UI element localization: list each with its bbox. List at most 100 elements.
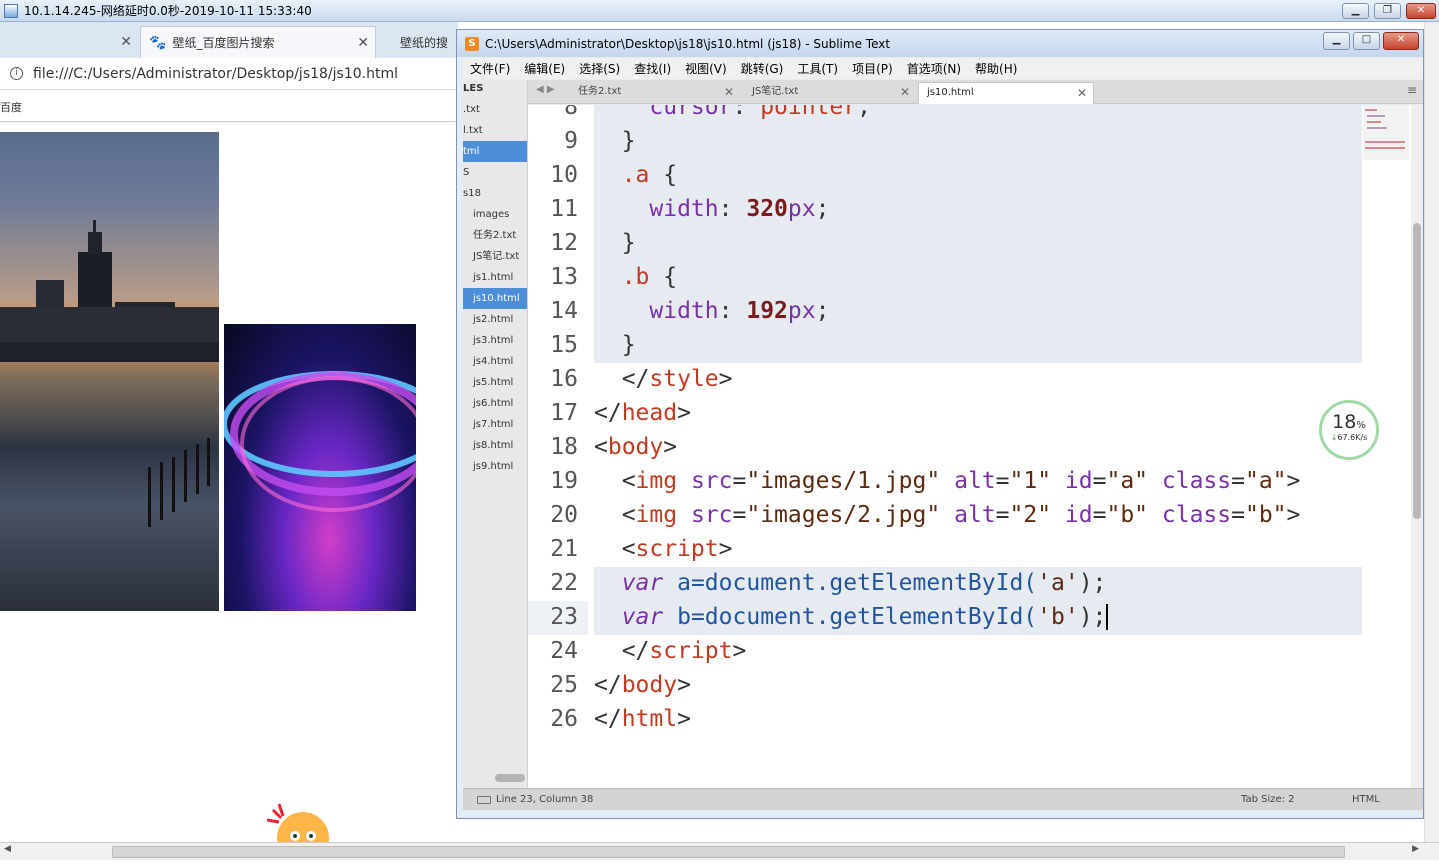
line-number: 9	[564, 128, 578, 154]
line-number: 22	[550, 570, 578, 596]
bookmarks-bar: 百度	[0, 92, 458, 122]
browser-tab[interactable]: ✕	[0, 26, 138, 58]
sublime-menubar: 文件(F) 编辑(E) 选择(S) 查找(I) 视图(V) 跳转(G) 工具(T…	[463, 58, 1423, 79]
tab-size[interactable]: Tab Size: 2	[1241, 789, 1295, 811]
sidebar-folder-images[interactable]: images	[463, 204, 527, 225]
syntax-mode[interactable]: HTML	[1352, 789, 1380, 811]
sublime-close-button[interactable]: ✕	[1383, 32, 1419, 50]
sidebar-folder[interactable]: s18	[463, 183, 527, 204]
code-line: </script>	[594, 638, 747, 664]
sidebar-scrollbar[interactable]	[495, 774, 525, 782]
panel-toggle-icon[interactable]	[477, 796, 491, 804]
close-tab-icon[interactable]: ✕	[357, 35, 369, 51]
scrollbar-thumb[interactable]	[1413, 223, 1421, 519]
horizontal-scrollbar[interactable]: ◀ ▶	[0, 842, 1439, 860]
sublime-title: C:\Users\Administrator\Desktop\js18\js10…	[485, 36, 891, 51]
address-bar[interactable]: i file:///C:/Users/Administrator/Desktop…	[0, 58, 458, 90]
sidebar-item[interactable]: .txt	[463, 99, 527, 120]
menu-project[interactable]: 项目(P)	[845, 60, 900, 77]
address-url: file:///C:/Users/Administrator/Desktop/j…	[33, 65, 398, 82]
close-tab-icon[interactable]: ✕	[120, 34, 132, 50]
sidebar-item[interactable]: l.txt	[463, 120, 527, 141]
sidebar-heading: LES	[463, 83, 484, 94]
file-tab-label: js10.html	[927, 87, 974, 98]
menu-edit[interactable]: 编辑(E)	[517, 60, 572, 77]
net-percent-unit: %	[1356, 420, 1366, 431]
file-tab[interactable]: JS笔记.txt ✕	[702, 82, 916, 104]
code-line: }	[594, 332, 636, 358]
close-tab-icon[interactable]: ✕	[900, 82, 910, 102]
sidebar-file[interactable]: js7.html	[463, 414, 527, 435]
line-number: 10	[550, 162, 578, 188]
file-tab-active[interactable]: js10.html ✕	[918, 82, 1094, 104]
line-number: 26	[550, 706, 578, 732]
net-percent: 18	[1332, 411, 1357, 433]
restore-button[interactable]: ❐	[1374, 3, 1401, 19]
line-number: 18	[550, 434, 578, 460]
scroll-left-icon[interactable]: ◀	[4, 844, 11, 854]
sublime-logo-icon: S	[465, 36, 479, 51]
close-button[interactable]: ✕	[1406, 3, 1436, 19]
scroll-right-icon[interactable]: ▶	[1412, 844, 1419, 854]
sidebar-file[interactable]: js2.html	[463, 309, 527, 330]
menu-tools[interactable]: 工具(T)	[790, 60, 845, 77]
line-number: 14	[550, 298, 578, 324]
file-tab-label: JS笔记.txt	[752, 86, 799, 97]
sidebar-file-active[interactable]: js10.html	[463, 288, 527, 309]
menu-preferences[interactable]: 首选项(N)	[900, 60, 968, 77]
sidebar: LES .txt l.txt tml S s18 images 任务2.txt …	[463, 80, 528, 788]
baidu-paw-icon: 🐾	[149, 34, 167, 51]
code-line: <img src="images/1.jpg" alt="1" id="a" c…	[594, 468, 1301, 494]
browser-tab-wallpaper[interactable]: 壁纸的搜	[380, 26, 458, 58]
code-editor[interactable]: 8 9 10 11 12 13 14 15 16 17 18 19 20 21 …	[528, 105, 1411, 788]
outer-vertical-scrollbar[interactable]	[1424, 22, 1439, 842]
remote-session-bar: 10.1.14.245-网络延时0.0秒-2019-10-11 15:33:40…	[0, 0, 1439, 22]
menu-goto[interactable]: 跳转(G)	[734, 60, 791, 77]
menu-view[interactable]: 视图(V)	[678, 60, 734, 77]
tab-list-menu-icon[interactable]: ≡	[1407, 83, 1417, 97]
info-icon[interactable]: i	[10, 67, 23, 80]
scrollbar-thumb[interactable]	[112, 846, 1345, 858]
sidebar-file[interactable]: js5.html	[463, 372, 527, 393]
editor-scrollbar[interactable]	[1411, 105, 1423, 788]
menu-selection[interactable]: 选择(S)	[572, 60, 627, 77]
text-cursor	[1106, 604, 1109, 630]
sidebar-file[interactable]: js6.html	[463, 393, 527, 414]
menu-help[interactable]: 帮助(H)	[968, 60, 1024, 77]
code-line: width: 192px;	[649, 298, 830, 324]
line-number: 15	[550, 332, 578, 358]
sidebar-file[interactable]: JS笔记.txt	[463, 246, 527, 267]
tab-label: 壁纸_百度图片搜索	[172, 36, 275, 50]
network-speed-widget[interactable]: 18% ↓67.6K/s	[1319, 400, 1379, 460]
sidebar-file[interactable]: js9.html	[463, 456, 527, 477]
sidebar-file[interactable]: js3.html	[463, 330, 527, 351]
line-number: 23	[550, 604, 578, 630]
line-number: 20	[550, 502, 578, 528]
code-line: }	[594, 128, 636, 154]
bookmark-item[interactable]: 百度	[0, 101, 22, 114]
sidebar-item-selected[interactable]: tml	[463, 141, 527, 162]
minimap[interactable]	[1363, 105, 1411, 165]
sublime-minimize-button[interactable]: ▁	[1323, 32, 1350, 50]
close-tab-icon[interactable]: ✕	[1077, 83, 1087, 103]
code-line: }	[594, 230, 636, 256]
code-line: cursor: pointer;	[649, 105, 871, 120]
sidebar-file[interactable]: js1.html	[463, 267, 527, 288]
sublime-maximize-button[interactable]: □	[1353, 32, 1380, 50]
menu-find[interactable]: 查找(I)	[627, 60, 678, 77]
sidebar-item[interactable]: S	[463, 162, 527, 183]
line-number: 19	[550, 468, 578, 494]
sidebar-file[interactable]: 任务2.txt	[463, 225, 527, 246]
browser-tabstrip: ✕ 🐾 壁纸_百度图片搜索 ✕ 壁纸的搜	[0, 22, 458, 58]
line-number: 13	[550, 264, 578, 290]
browser-tab-baidu[interactable]: 🐾 壁纸_百度图片搜索 ✕	[140, 26, 376, 58]
line-number: 21	[550, 536, 578, 562]
city-night-image	[0, 132, 219, 611]
code-line: <body>	[594, 434, 678, 460]
menu-file[interactable]: 文件(F)	[463, 60, 517, 77]
code-line: </html>	[594, 706, 691, 732]
sidebar-file[interactable]: js8.html	[463, 435, 527, 456]
remote-session-title: 10.1.14.245-网络延时0.0秒-2019-10-11 15:33:40	[24, 4, 312, 18]
minimize-button[interactable]: ▁	[1342, 3, 1369, 19]
sidebar-file[interactable]: js4.html	[463, 351, 527, 372]
